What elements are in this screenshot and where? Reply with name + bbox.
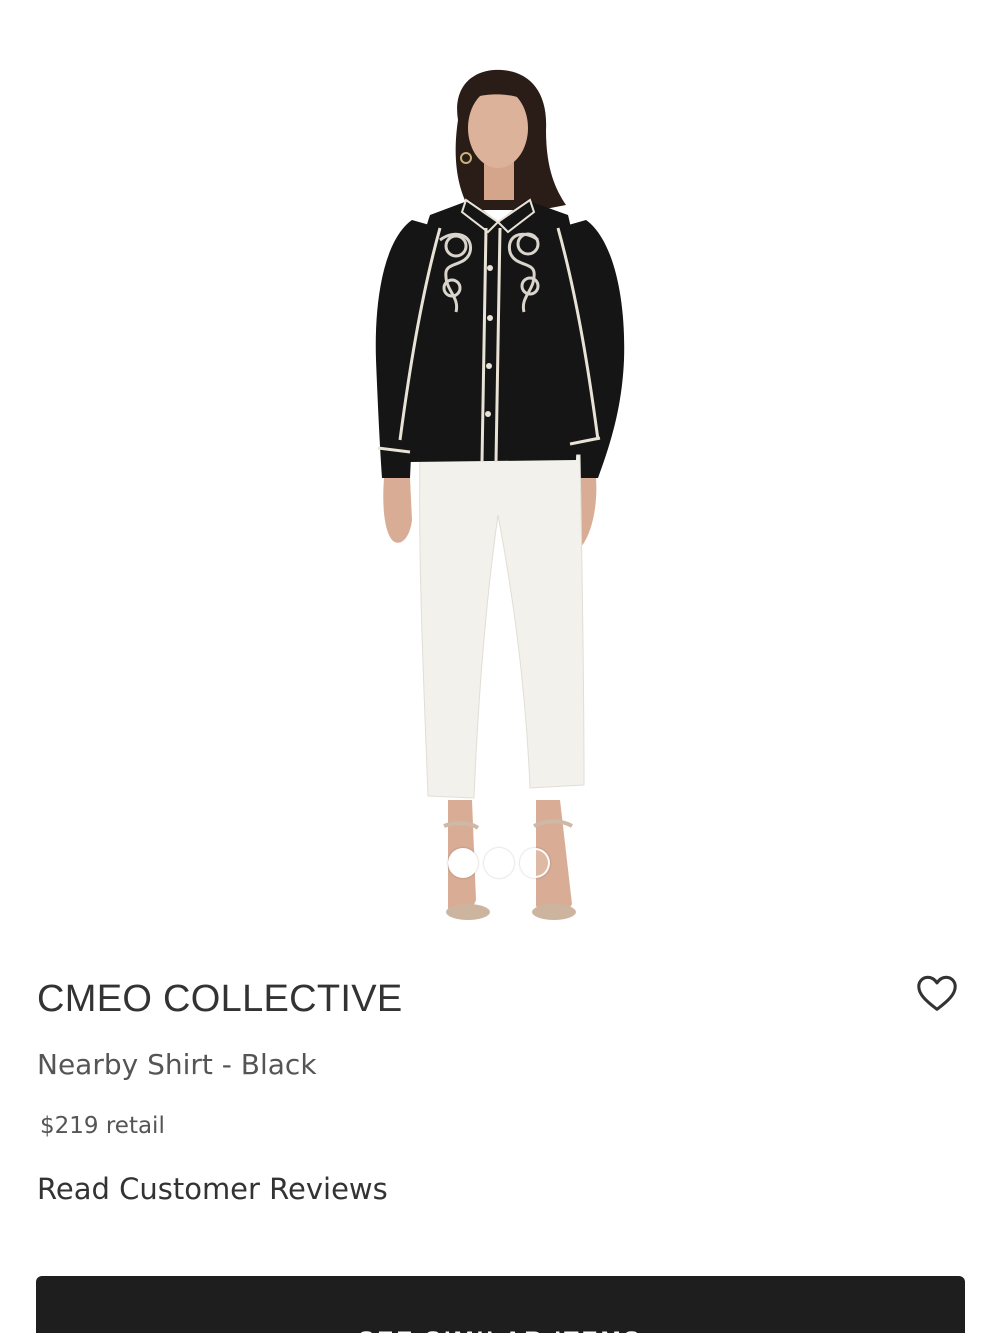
carousel-pagination xyxy=(448,848,550,878)
see-similar-items-button[interactable]: SEE SIMILAR ITEMS xyxy=(36,1276,965,1333)
carousel-dot-2[interactable] xyxy=(484,848,514,878)
product-page: CMEO COLLECTIVE Nearby Shirt - Black $21… xyxy=(0,0,1000,1333)
product-price: $219 retail xyxy=(40,1113,165,1139)
wishlist-button[interactable] xyxy=(914,970,960,1016)
product-image xyxy=(375,69,625,920)
product-image-carousel[interactable] xyxy=(0,0,1000,945)
carousel-dot-3[interactable] xyxy=(520,848,550,878)
carousel-dot-1[interactable] xyxy=(448,848,478,878)
read-reviews-link[interactable]: Read Customer Reviews xyxy=(37,1172,388,1206)
product-title: Nearby Shirt - Black xyxy=(37,1048,317,1081)
brand-name: CMEO COLLECTIVE xyxy=(37,978,403,1020)
heart-outline-icon xyxy=(917,975,957,1011)
